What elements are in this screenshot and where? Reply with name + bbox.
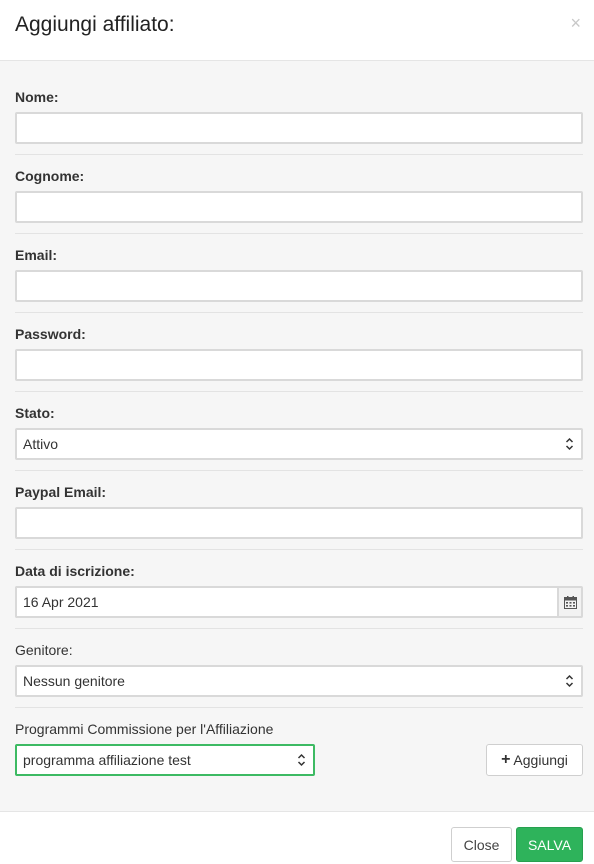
email-input[interactable]: [15, 270, 583, 302]
plus-icon: +: [501, 751, 511, 768]
cognome-label: Cognome:: [15, 168, 85, 184]
save-button[interactable]: SALVA: [516, 827, 583, 862]
stato-label: Stato:: [15, 405, 55, 421]
genitore-group: Genitore: Nessun genitore: [15, 642, 583, 698]
divider: [15, 391, 583, 392]
signup-date-label: Data di iscrizione:: [15, 563, 135, 579]
divider: [15, 154, 583, 155]
paypal-email-input[interactable]: [15, 507, 583, 539]
paypal-email-group: Paypal Email:: [15, 484, 583, 540]
commission-programs-group: Programmi Commissione per l'Affiliazione…: [15, 721, 583, 777]
paypal-email-label: Paypal Email:: [15, 484, 107, 500]
calendar-icon: [563, 595, 577, 609]
add-program-label: Aggiungi: [513, 752, 568, 768]
add-program-button[interactable]: + Aggiungi: [486, 744, 583, 776]
cognome-input[interactable]: [15, 191, 583, 223]
cognome-group: Cognome:: [15, 168, 583, 224]
divider: [15, 549, 583, 550]
close-button[interactable]: Close: [451, 827, 512, 862]
chevron-updown-icon: [565, 437, 574, 451]
calendar-button[interactable]: [557, 586, 583, 618]
signup-date-group: Data di iscrizione: 16 Apr 2021: [15, 563, 583, 619]
stato-select[interactable]: Attivo: [15, 428, 583, 460]
modal-header: Aggiungi affiliato: ×: [0, 0, 594, 61]
nome-group: Nome:: [15, 89, 583, 145]
password-input[interactable]: [15, 349, 583, 381]
commission-program-select[interactable]: programma affiliazione test: [15, 744, 315, 776]
commission-programs-label: Programmi Commissione per l'Affiliazione: [15, 721, 274, 737]
divider: [15, 233, 583, 234]
stato-group: Stato: Attivo: [15, 405, 583, 461]
nome-input[interactable]: [15, 112, 583, 144]
modal-title: Aggiungi affiliato:: [15, 13, 175, 36]
stato-selected-value: Attivo: [23, 436, 59, 452]
email-label: Email:: [15, 247, 58, 263]
password-group: Password:: [15, 326, 583, 382]
chevron-updown-icon: [565, 674, 574, 688]
add-affiliate-modal: Aggiungi affiliato: × Nome: Cognome: Ema…: [0, 0, 594, 864]
genitore-selected-value: Nessun genitore: [23, 673, 125, 689]
divider: [15, 312, 583, 313]
modal-footer: Close SALVA: [0, 811, 594, 864]
password-label: Password:: [15, 326, 86, 342]
divider: [15, 707, 583, 708]
close-icon[interactable]: ×: [570, 14, 581, 32]
nome-label: Nome:: [15, 89, 59, 105]
chevron-updown-icon: [297, 753, 306, 767]
email-group: Email:: [15, 247, 583, 303]
modal-body: Nome: Cognome: Email: Password: Stato: A…: [0, 61, 594, 811]
signup-date-input[interactable]: 16 Apr 2021: [15, 586, 558, 618]
genitore-label: Genitore:: [15, 642, 73, 658]
divider: [15, 470, 583, 471]
commission-program-selected-value: programma affiliazione test: [23, 752, 191, 768]
divider: [15, 628, 583, 629]
genitore-select[interactable]: Nessun genitore: [15, 665, 583, 697]
